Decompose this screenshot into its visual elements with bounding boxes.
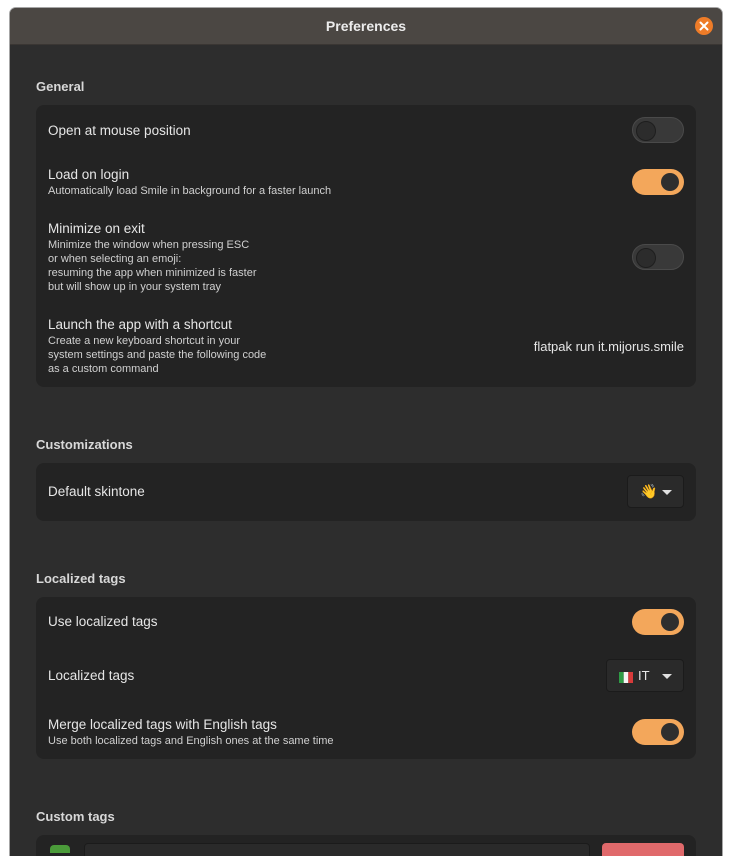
section-title-custom-tags: Custom tags (36, 809, 115, 824)
customizations-card: Default skintone 👋 (36, 463, 696, 521)
waving-hand-icon: 👋 (640, 483, 658, 499)
description-line: Minimize the window when pressing ESC (48, 239, 250, 251)
row-load-on-login: Load on login Automatically load Smile i… (36, 157, 696, 209)
row-use-localized-tags: Use localized tags (36, 597, 696, 647)
row-minimize-on-exit: Minimize on exit Minimize the window whe… (36, 209, 696, 305)
window-title: Preferences (325, 18, 407, 34)
description-line: but will show up in your system tray (48, 281, 222, 293)
custom-tags-input[interactable] (84, 843, 590, 856)
merge-tags-toggle[interactable] (632, 719, 684, 745)
preferences-content[interactable]: General Open at mouse position Load on l… (10, 45, 722, 856)
custom-tags-card (36, 835, 696, 856)
skintone-dropdown[interactable]: 👋 (627, 475, 684, 508)
row-localized-tags-language: Localized tags IT (36, 647, 696, 705)
description-line: Create a new keyboard shortcut in your (48, 335, 240, 347)
section-title-customizations: Customizations (36, 437, 133, 452)
description-line: as a custom command (48, 363, 159, 375)
toggle-knob (661, 173, 679, 191)
load-on-login-label: Load on login (48, 167, 130, 182)
open-at-mouse-label: Open at mouse position (48, 123, 191, 138)
row-launch-shortcut: Launch the app with a shortcut Create a … (36, 305, 696, 387)
description-line: system settings and paste the following … (48, 349, 267, 361)
language-dropdown[interactable]: IT (606, 659, 684, 692)
minimize-on-exit-toggle[interactable] (632, 244, 684, 270)
description-line: resuming the app when minimized is faste… (48, 267, 257, 279)
launch-shortcut-label: Launch the app with a shortcut (48, 317, 232, 332)
chevron-down-icon (662, 674, 672, 679)
close-button[interactable] (695, 17, 713, 35)
toggle-knob (661, 613, 679, 631)
toggle-knob (661, 723, 679, 741)
open-at-mouse-toggle[interactable] (632, 117, 684, 143)
minimize-on-exit-description: Minimize the window when pressing ESC or… (48, 238, 256, 294)
use-localized-tags-toggle[interactable] (632, 609, 684, 635)
launch-shortcut-description: Create a new keyboard shortcut in your s… (48, 334, 266, 376)
localized-tags-language-label: Localized tags (48, 668, 135, 683)
toggle-knob (636, 121, 656, 141)
shortcut-command[interactable]: flatpak run it.mijorus.smile (534, 339, 684, 354)
use-localized-tags-label: Use localized tags (48, 614, 158, 629)
localized-tags-card: Use localized tags Localized tags IT Mer… (36, 597, 696, 759)
title-bar[interactable]: Preferences (10, 8, 722, 45)
section-title-general: General (36, 79, 85, 94)
section-title-localized-tags: Localized tags (36, 571, 126, 586)
custom-tags-button[interactable] (602, 843, 684, 856)
chevron-down-icon (662, 490, 672, 495)
language-code: IT (638, 668, 650, 683)
merge-tags-label: Merge localized tags with English tags (48, 717, 277, 732)
preferences-window: Preferences General Open at mouse positi… (10, 8, 722, 856)
row-open-at-mouse: Open at mouse position (36, 105, 696, 157)
merge-tags-description: Use both localized tags and English ones… (48, 735, 334, 747)
general-card: Open at mouse position Load on login Aut… (36, 105, 696, 387)
row-merge-tags: Merge localized tags with English tags U… (36, 705, 696, 759)
load-on-login-toggle[interactable] (632, 169, 684, 195)
italy-flag-icon (619, 670, 633, 683)
default-skintone-label: Default skintone (48, 484, 145, 499)
row-default-skintone: Default skintone 👋 (36, 463, 696, 521)
description-line: or when selecting an emoji: (48, 253, 182, 265)
minimize-on-exit-label: Minimize on exit (48, 221, 145, 236)
emoji-icon[interactable] (50, 845, 70, 853)
load-on-login-description: Automatically load Smile in background f… (48, 185, 332, 197)
toggle-knob (636, 248, 656, 268)
close-icon (699, 21, 709, 31)
